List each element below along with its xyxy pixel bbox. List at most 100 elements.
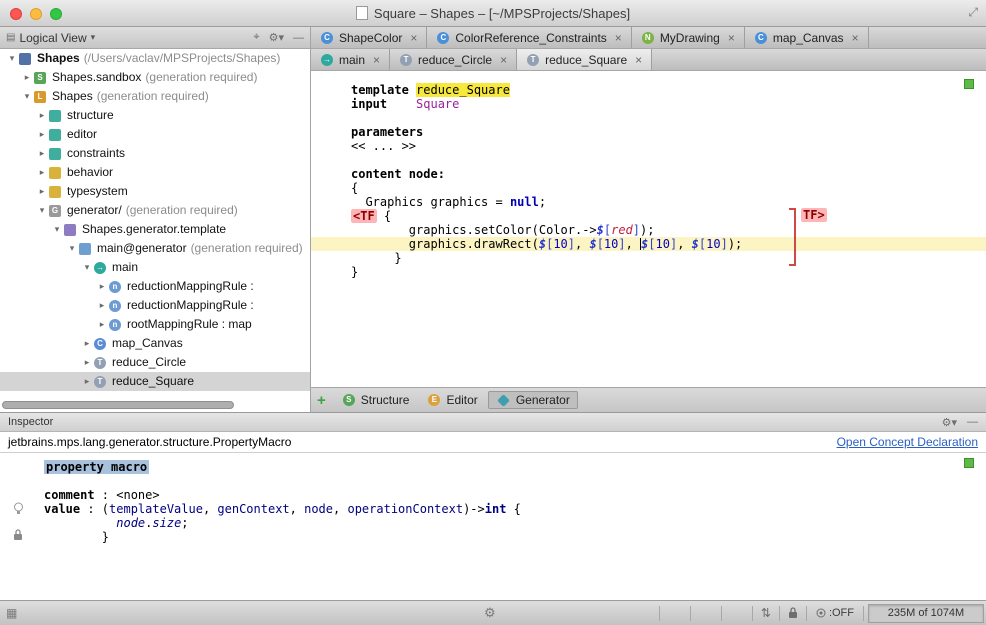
toolwindow-toggle-icon[interactable]: ▦ (6, 606, 17, 620)
open-concept-declaration-link[interactable]: Open Concept Declaration (837, 435, 978, 449)
code-line[interactable] (311, 153, 986, 167)
tab-map_canvas[interactable]: Cmap_Canvas× (745, 27, 869, 48)
expand-arrow-icon[interactable]: ▸ (96, 315, 108, 334)
editor-area[interactable]: template reduce_Squareinput Square param… (311, 71, 986, 387)
horizontal-scrollbar[interactable] (0, 401, 310, 410)
tree-item-editor[interactable]: ▸editor (0, 125, 310, 144)
chevron-down-icon[interactable]: ▾ (91, 32, 96, 43)
code-line[interactable]: parameters (311, 125, 986, 139)
memory-indicator[interactable]: 235M of 1074M (868, 604, 984, 623)
code-line[interactable]: template reduce_Square (311, 83, 986, 97)
tree-item-reduce-circle[interactable]: ▸Treduce_Circle (0, 353, 310, 372)
expand-arrow-icon[interactable]: ▸ (21, 68, 33, 87)
expand-arrow-icon[interactable]: ▸ (96, 277, 108, 296)
close-tab-icon[interactable]: × (500, 53, 507, 67)
expand-arrow-icon[interactable]: ▸ (36, 163, 48, 182)
fullscreen-icon[interactable]: ⤢ (968, 5, 978, 20)
close-tab-icon[interactable]: × (635, 53, 642, 67)
code-line[interactable]: { (311, 181, 986, 195)
aspect-tab-generator[interactable]: Generator (488, 391, 578, 409)
readonly-lock-icon[interactable] (784, 607, 802, 619)
tree-item-rootmappingrule-map[interactable]: ▸nrootMappingRule : map (0, 315, 310, 334)
code-line[interactable]: input Square (311, 97, 986, 111)
code-line[interactable]: property macro (0, 460, 986, 474)
tree-item-structure[interactable]: ▸structure (0, 106, 310, 125)
expand-arrow-icon[interactable]: ▾ (21, 87, 33, 106)
expand-arrow-icon[interactable]: ▾ (6, 49, 18, 68)
tree-item-main[interactable]: ▾→main (0, 258, 310, 277)
view-selector[interactable]: Logical View (19, 31, 86, 45)
code-line[interactable]: graphics.setColor(Color.->$[red]); (311, 223, 986, 237)
expand-arrow-icon[interactable]: ▾ (36, 201, 48, 220)
tree-item-reductionmappingrule-[interactable]: ▸nreductionMappingRule : (0, 296, 310, 315)
code-line[interactable]: value : (templateValue, genContext, node… (0, 502, 986, 516)
tree-item-shapes-sandbox[interactable]: ▸SShapes.sandbox(generation required) (0, 68, 310, 87)
status-gear-icon[interactable]: ⚙ (484, 605, 496, 621)
code-line[interactable]: graphics.drawRect($[10], $[10], $[10], $… (311, 237, 986, 251)
tab-mydrawing[interactable]: NMyDrawing× (632, 27, 745, 48)
add-aspect-icon[interactable]: + (317, 392, 326, 409)
tree-item-typesystem[interactable]: ▸typesystem (0, 182, 310, 201)
inspector-body[interactable]: property macro comment : <none>value : (… (0, 454, 986, 600)
tree-item-generator-[interactable]: ▾Ggenerator/(generation required) (0, 201, 310, 220)
tree-item-behavior[interactable]: ▸behavior (0, 163, 310, 182)
gear-icon[interactable]: ⚙▾ (269, 31, 284, 44)
tree-item-label: reductionMappingRule : (122, 296, 254, 315)
tf-close-badge[interactable]: TF> (801, 208, 827, 222)
close-tab-icon[interactable]: × (615, 31, 622, 45)
intention-bulb-icon[interactable] (13, 502, 24, 520)
tab-shapecolor[interactable]: CShapeColor× (311, 27, 427, 48)
tree-item-shapes[interactable]: ▾Shapes(/Users/vaclav/MPSProjects/Shapes… (0, 49, 310, 68)
code-line[interactable]: content node: (311, 167, 986, 181)
code-line[interactable]: } (311, 265, 986, 279)
expand-arrow-icon[interactable]: ▸ (81, 372, 93, 391)
minimize-window-button[interactable] (30, 8, 42, 20)
line-separator-icon[interactable]: ⇅ (757, 606, 775, 620)
inspector-gear-icon[interactable]: ⚙▾ (942, 416, 957, 429)
code-line[interactable]: } (311, 251, 986, 265)
tree-item-shapes-generator-template[interactable]: ▾Shapes.generator.template (0, 220, 310, 239)
scrollbar-thumb[interactable] (2, 401, 234, 409)
expand-arrow-icon[interactable]: ▸ (36, 144, 48, 163)
zoom-window-button[interactable] (50, 8, 62, 20)
expand-arrow-icon[interactable]: ▸ (36, 182, 48, 201)
tree-item-constraints[interactable]: ▸constraints (0, 144, 310, 163)
expand-arrow-icon[interactable]: ▸ (36, 106, 48, 125)
close-tab-icon[interactable]: × (373, 53, 380, 67)
tree-item-reductionmappingrule-[interactable]: ▸nreductionMappingRule : (0, 277, 310, 296)
pin-icon[interactable]: ⌖ (253, 31, 259, 44)
tree-item-main-generator[interactable]: ▾main@generator(generation required) (0, 239, 310, 258)
code-token: genContext (217, 502, 289, 516)
code-line[interactable]: Graphics graphics = null; (311, 195, 986, 209)
tab-colorreference_constraints[interactable]: CColorReference_Constraints× (427, 27, 631, 48)
expand-arrow-icon[interactable]: ▸ (36, 125, 48, 144)
code-line[interactable] (0, 474, 986, 488)
expand-arrow-icon[interactable]: ▾ (81, 258, 93, 277)
code-line[interactable]: << ... >> (311, 139, 986, 153)
tree-item-map-canvas[interactable]: ▸Cmap_Canvas (0, 334, 310, 353)
tree-item-shapes[interactable]: ▾LShapes(generation required) (0, 87, 310, 106)
expand-arrow-icon[interactable]: ▸ (81, 334, 93, 353)
expand-arrow-icon[interactable]: ▸ (96, 296, 108, 315)
code-line[interactable] (311, 111, 986, 125)
tree-item-reduce-square[interactable]: ▸Treduce_Square (0, 372, 310, 391)
close-tab-icon[interactable]: × (410, 31, 417, 45)
close-window-button[interactable] (10, 8, 22, 20)
aspect-tab-editor[interactable]: EEditor (419, 391, 485, 409)
code-line[interactable]: <TF { (311, 209, 986, 223)
inspector-hide-icon[interactable]: — (967, 416, 978, 428)
hide-panel-icon[interactable]: — (293, 32, 304, 44)
expand-arrow-icon[interactable]: ▾ (51, 220, 63, 239)
tab-main[interactable]: →main× (311, 49, 390, 70)
close-tab-icon[interactable]: × (728, 31, 735, 45)
tab-reduce_circle[interactable]: Treduce_Circle× (390, 49, 517, 70)
highlighting-level-widget[interactable]: :OFF (811, 607, 859, 619)
tab-reduce_square[interactable]: Treduce_Square× (517, 49, 652, 70)
code-line[interactable]: } (0, 530, 986, 544)
expand-arrow-icon[interactable]: ▾ (66, 239, 78, 258)
code-line[interactable]: node.size; (0, 516, 986, 530)
code-line[interactable]: comment : <none> (0, 488, 986, 502)
close-tab-icon[interactable]: × (852, 31, 859, 45)
aspect-tab-structure[interactable]: SStructure (334, 391, 418, 409)
expand-arrow-icon[interactable]: ▸ (81, 353, 93, 372)
